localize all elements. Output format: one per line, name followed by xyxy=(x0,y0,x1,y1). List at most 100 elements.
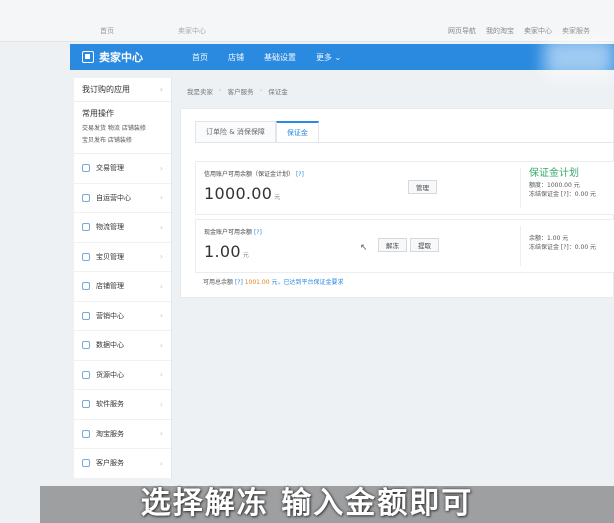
sidebar-item-sourcing[interactable]: 货源中心 › xyxy=(74,361,171,390)
sidebar-item-marketing[interactable]: 营销中心 › xyxy=(74,302,171,331)
service-icon xyxy=(82,429,90,438)
sidebar-item-label: 营销中心 xyxy=(96,311,124,320)
common-operations-line[interactable]: 交易发货 物流 店铺装修 xyxy=(82,123,163,135)
breadcrumb-item: 保证金 xyxy=(268,88,288,96)
sidebar-item-shop[interactable]: 店铺管理 › xyxy=(74,272,171,302)
withdraw-button[interactable]: 提取 xyxy=(410,238,439,252)
common-operations-line[interactable]: 宝贝发布 店铺装修 xyxy=(82,135,163,147)
credit-account-stats: 保证金计划 额度：1000.00 元 冻结保证金 [?]：0.00 元 xyxy=(529,168,596,199)
sidebar-item-label: 物流管理 xyxy=(96,223,124,232)
cash-account-amount: 1.00 元 xyxy=(204,242,250,261)
total-balance-note: 可用总余额 [?] 1001.00 元，已达到平台保证金要求 xyxy=(203,279,344,286)
sidebar-item-customer-service[interactable]: 客户服务 › xyxy=(74,449,171,479)
sidebar-item-self-operation[interactable]: 自运营中心 › xyxy=(74,184,171,213)
deposit-plan-title: 保证金计划 xyxy=(529,168,579,179)
store-icon xyxy=(82,282,90,291)
chevron-right-icon: › xyxy=(159,311,163,321)
sidebar-item-data[interactable]: 数据中心 › xyxy=(74,331,171,361)
sidebar-item-label: 自运营中心 xyxy=(96,193,131,202)
main-navbar: 卖家中心 首页 店铺 基础设置 更多 ⌄ xyxy=(70,38,614,78)
common-operations-title: 常用操作 xyxy=(82,109,114,118)
help-icon[interactable]: [?] xyxy=(254,229,262,236)
nav-item-home[interactable]: 首页 xyxy=(192,52,208,63)
browser-top-strip: 首页 卖家中心 网页导航 我的淘宝 卖家中心 卖家服务 xyxy=(0,0,614,42)
tab-divider xyxy=(195,142,614,143)
credit-account-amount: 1000.00 元 xyxy=(204,184,281,203)
sidebar-item-label: 交易管理 xyxy=(96,164,124,173)
top-link-seller-center[interactable]: 卖家中心 xyxy=(524,26,552,36)
total-balance-suffix[interactable]: 元，已达到平台保证金要求 xyxy=(271,279,343,286)
help-icon[interactable]: [?] xyxy=(296,171,304,178)
trade-icon xyxy=(82,164,90,173)
headset-icon xyxy=(82,459,90,468)
credit-account-label: 信用账户可用余额（保证金计划） [?] xyxy=(204,171,304,178)
nav-item-more[interactable]: 更多 ⌄ xyxy=(316,52,341,63)
navbar-glare xyxy=(544,38,614,78)
credit-limit-text: 额度：1000.00 元 xyxy=(529,182,580,189)
chevron-right-icon: › xyxy=(159,340,163,350)
chevron-right-icon: › xyxy=(159,193,163,203)
sidebar-item-taobao-service[interactable]: 淘宝服务 › xyxy=(74,420,171,449)
chevron-right-icon: › xyxy=(159,85,163,94)
help-icon[interactable]: [?] xyxy=(235,279,243,286)
sidebar-item-label: 软件服务 xyxy=(96,400,124,409)
brand[interactable]: 卖家中心 xyxy=(82,49,192,65)
sidebar-item-trade[interactable]: 交易管理 › xyxy=(74,154,171,184)
monitor-icon xyxy=(82,193,90,202)
breadcrumb-item[interactable]: 我是卖家 xyxy=(187,86,213,96)
breadcrumb-separator: › xyxy=(219,86,222,94)
deposit-panel: 订单险 & 消保保障 保证金 信用账户可用余额（保证金计划） [?] 1000.… xyxy=(180,108,614,298)
sidebar-item-label: 宝贝管理 xyxy=(96,252,124,261)
video-subtitle: 选择解冻 输入金额即可 xyxy=(140,486,474,521)
logistics-icon xyxy=(82,223,90,232)
bag-icon xyxy=(82,252,90,261)
top-link-seller-service[interactable]: 卖家服务 xyxy=(562,26,590,36)
megaphone-icon xyxy=(82,311,90,320)
sidebar-item-label: 货源中心 xyxy=(96,370,124,379)
cash-account-stats: 余额：1.00 元 冻结保证金 [?]：0.00 元 xyxy=(529,234,596,252)
tab-deposit[interactable]: 保证金 xyxy=(275,121,319,143)
manage-button[interactable]: 管理 xyxy=(408,180,437,194)
box-icon xyxy=(82,370,90,379)
breadcrumb-item[interactable]: 客户服务 xyxy=(228,86,254,96)
chevron-right-icon: › xyxy=(159,252,163,262)
frozen-deposit-text: 冻结保证金 [?]：0.00 元 xyxy=(529,191,597,198)
brand-logo-icon xyxy=(82,51,94,63)
top-links: 网页导航 我的淘宝 卖家中心 卖家服务 xyxy=(448,26,590,36)
chevron-right-icon: › xyxy=(159,370,163,380)
top-link-nav[interactable]: 网页导航 xyxy=(448,26,476,36)
grid-icon xyxy=(82,400,90,409)
tab-order-insurance[interactable]: 订单险 & 消保保障 xyxy=(195,121,276,143)
card-divider xyxy=(520,168,521,208)
top-link-my-taobao[interactable]: 我的淘宝 xyxy=(486,26,514,36)
sidebar: 我订购的应用 › 常用操作 交易发货 物流 店铺装修 宝贝发布 店铺装修 交易管… xyxy=(74,78,172,479)
mouse-cursor-icon: ↖ xyxy=(360,243,368,253)
chart-icon xyxy=(82,341,90,350)
total-balance-value: 1001.00 xyxy=(244,279,270,286)
nav-item-basic-settings[interactable]: 基础设置 xyxy=(264,52,296,63)
cash-account-card: 现金账户可用余额 [?] 1.00 元 解冻 提取 余额：1.00 元 冻结保证金… xyxy=(195,219,614,273)
cash-account-label: 现金账户可用余额 [?] xyxy=(204,229,262,236)
chevron-right-icon: › xyxy=(159,399,163,409)
home-link[interactable]: 首页 xyxy=(100,26,114,36)
breadcrumb-separator: › xyxy=(259,86,263,94)
brand-name: 卖家中心 xyxy=(99,51,143,64)
nav-item-shop[interactable]: 店铺 xyxy=(228,52,244,63)
breadcrumb: 我是卖家 › 客户服务 › 保证金 xyxy=(187,86,288,96)
sidebar-item-label: 客户服务 xyxy=(96,459,124,468)
chevron-right-icon: › xyxy=(159,281,163,291)
balance-text: 余额：1.00 元 xyxy=(529,235,569,242)
sidebar-item-logistics[interactable]: 物流管理 › xyxy=(74,213,171,243)
credit-account-card: 信用账户可用余额（保证金计划） [?] 1000.00 元 管理 保证金计划 额度… xyxy=(195,161,614,215)
sidebar-item-software[interactable]: 软件服务 › xyxy=(74,390,171,420)
sidebar-header-label: 我订购的应用 xyxy=(82,85,130,94)
sidebar-item-label: 数据中心 xyxy=(96,341,124,350)
unfreeze-button[interactable]: 解冻 xyxy=(378,238,407,252)
common-operations: 常用操作 交易发货 物流 店铺装修 宝贝发布 店铺装修 xyxy=(74,102,171,154)
address-text: 卖家中心 xyxy=(178,27,206,35)
frozen-deposit-text: 冻结保证金 [?]：0.00 元 xyxy=(529,244,597,251)
sidebar-item-products[interactable]: 宝贝管理 › xyxy=(74,243,171,272)
chevron-right-icon: › xyxy=(159,222,163,232)
sidebar-header[interactable]: 我订购的应用 › xyxy=(74,78,171,102)
chevron-right-icon: › xyxy=(159,163,163,173)
